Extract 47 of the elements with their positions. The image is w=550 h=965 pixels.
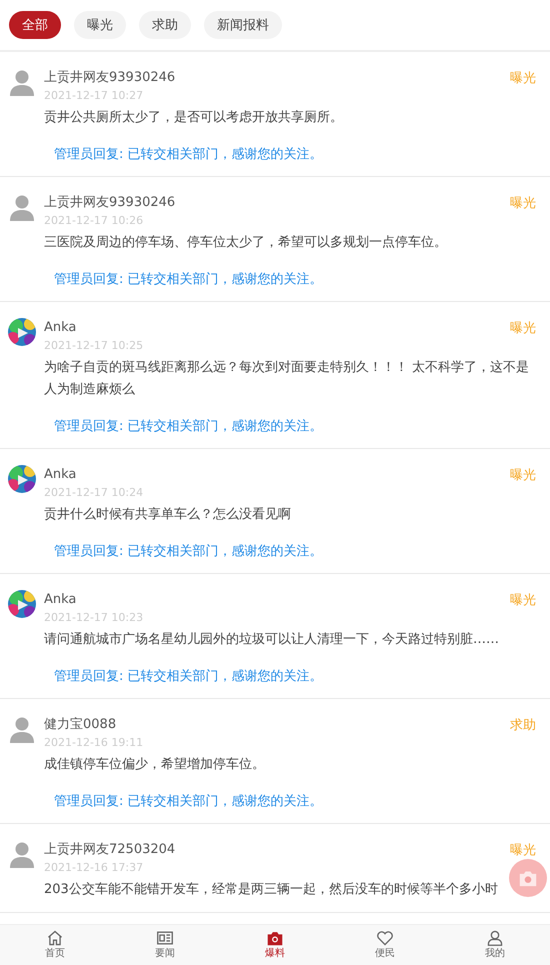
user-name: Anka [44, 466, 76, 484]
category-label: 曝光 [510, 320, 536, 337]
admin-reply: 管理员回复: 已转交相关部门，感谢您的关注。 [54, 668, 324, 686]
avatar-icon [8, 840, 36, 868]
category-label: 曝光 [510, 195, 536, 212]
nav-item[interactable]: 要闻 [110, 925, 220, 965]
post-content: 请问通航城市广场名星幼儿园外的垃圾可以让人清理一下，今天路过特别脏…… [44, 631, 500, 649]
post-content: 贡井什么时候有共享单车么？怎么没看见啊 [44, 506, 292, 524]
person-icon [486, 930, 504, 946]
avatar-icon [8, 68, 36, 96]
nav-item[interactable]: 爆料 [220, 925, 330, 965]
user-name: 上贡井网友93930246 [44, 194, 176, 212]
post-content: 203公交车能不能错开发车，经常是两三辆一起，然后没车的时候等半个多小时 [44, 881, 499, 899]
filter-tab[interactable]: 求助 [139, 11, 191, 39]
home-icon [46, 930, 64, 946]
camera-icon [266, 930, 284, 946]
category-label: 曝光 [510, 70, 536, 87]
admin-reply: 管理员回复: 已转交相关部门，感谢您的关注。 [54, 543, 324, 561]
category-label: 曝光 [510, 842, 536, 859]
admin-reply: 管理员回复: 已转交相关部门，感谢您的关注。 [54, 793, 324, 811]
camera-button[interactable] [509, 859, 547, 897]
user-name: Anka [44, 591, 76, 609]
category-label: 求助 [510, 717, 536, 734]
filter-tab[interactable]: 新闻报料 [204, 11, 282, 39]
heart-icon [376, 930, 394, 946]
category-label: 曝光 [510, 467, 536, 484]
post-content: 为啥子自贡的斑马线距离那么远？每次到对面要走特别久！！！ 太不科学了，这不是人为制造麻烦么 [44, 359, 530, 399]
nav-item[interactable]: 便民 [330, 925, 440, 965]
admin-reply: 管理员回复: 已转交相关部门，感谢您的关注。 [54, 271, 324, 289]
admin-reply: 管理员回复: 已转交相关部门，感谢您的关注。 [54, 146, 324, 164]
post-content: 成佳镇停车位偏少，希望增加停车位。 [44, 756, 266, 774]
user-name: 上贡井网友93930246 [44, 69, 176, 87]
newspaper-icon [156, 930, 174, 946]
nav-item[interactable]: 我的 [440, 925, 550, 965]
avatar-icon [8, 715, 36, 743]
user-name: 上贡井网友72503204 [44, 841, 176, 859]
user-name: 健力宝0088 [44, 716, 116, 734]
nav-item[interactable]: 首页 [0, 925, 110, 965]
category-label: 曝光 [510, 592, 536, 609]
user-name: Anka [44, 319, 76, 337]
filter-tab[interactable]: 全部 [9, 11, 61, 39]
camera-icon [518, 869, 538, 887]
avatar-icon [8, 193, 36, 221]
post-content: 贡井公共厕所太少了，是否可以考虑开放共享厕所。 [44, 109, 344, 127]
admin-reply: 管理员回复: 已转交相关部门，感谢您的关注。 [54, 418, 324, 436]
post-content: 三医院及周边的停车场、停车位太少了，希望可以多规划一点停车位。 [44, 234, 448, 252]
filter-tab[interactable]: 曝光 [74, 11, 126, 39]
